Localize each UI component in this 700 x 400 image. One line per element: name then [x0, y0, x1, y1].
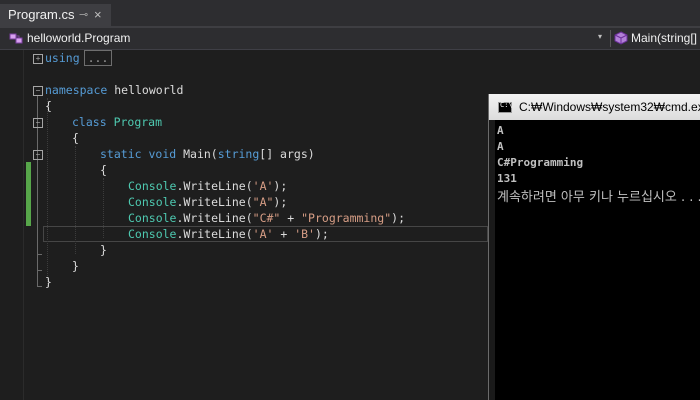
outline-end	[37, 286, 42, 287]
code-line-statement: Console.WriteLine("C#" + "Programming");	[128, 211, 405, 225]
code-line-statement: Console.WriteLine('A' + 'B');	[128, 227, 329, 241]
type-dropdown[interactable]: helloworld.Program ▾	[0, 28, 610, 49]
pin-icon[interactable]: ⊸	[79, 4, 88, 26]
console-window[interactable]: C:\ C:₩Windows₩system32₩cmd.exe A A C#Pr…	[488, 94, 700, 400]
outline-end	[37, 270, 42, 271]
class-icon	[9, 33, 23, 44]
code-line-using: using...	[45, 50, 113, 66]
terminal-icon: C:\	[498, 101, 513, 113]
console-line: A	[497, 124, 504, 137]
code-line-brace: {	[72, 131, 79, 145]
outline-end	[37, 254, 42, 255]
code-line-brace: }	[100, 243, 107, 257]
code-line-brace: }	[45, 275, 52, 289]
console-line: C#Programming	[497, 156, 584, 169]
indent-guide	[103, 178, 104, 238]
code-line-class: class Program	[72, 115, 163, 129]
code-line-main: static void Main(string[] args)	[100, 147, 315, 161]
expand-icon[interactable]: +	[33, 54, 43, 64]
collapse-icon[interactable]: −	[33, 150, 43, 160]
change-indicator	[26, 162, 31, 226]
member-dropdown[interactable]: Main(string[] args)	[613, 28, 700, 49]
console-title-bar[interactable]: C:\ C:₩Windows₩system32₩cmd.exe	[489, 94, 700, 120]
close-icon[interactable]: ×	[94, 4, 102, 26]
indent-guide	[75, 146, 76, 254]
console-title: C:₩Windows₩system32₩cmd.exe	[519, 100, 700, 114]
console-line: 계속하려면 아무 키나 누르십시오 . . .	[497, 190, 700, 205]
document-tab-strip: Program.cs ⊸ ×	[0, 0, 700, 28]
gutter-divider	[23, 50, 24, 400]
tab-program-cs[interactable]: Program.cs ⊸ ×	[0, 4, 111, 27]
code-line-statement: Console.WriteLine("A");	[128, 195, 288, 209]
code-line-statement: Console.WriteLine('A');	[128, 179, 288, 193]
chevron-down-icon[interactable]: ▾	[598, 32, 602, 41]
collapsed-region[interactable]: ...	[83, 50, 113, 66]
collapse-icon[interactable]: −	[33, 86, 43, 96]
console-line: 131	[497, 172, 517, 185]
navigation-bar: helloworld.Program ▾ Main(string[] args)	[0, 28, 700, 50]
collapse-icon[interactable]: −	[33, 118, 43, 128]
type-dropdown-label: helloworld.Program	[27, 31, 131, 45]
code-line-brace: }	[72, 259, 79, 273]
code-line-namespace: namespace helloworld	[45, 83, 184, 97]
navbar-divider	[610, 30, 611, 47]
tab-title: Program.cs	[8, 7, 75, 22]
method-icon	[614, 31, 628, 45]
console-line: A	[497, 140, 504, 153]
member-dropdown-label: Main(string[] args)	[631, 31, 700, 45]
console-output[interactable]: A A C#Programming 131 계속하려면 아무 키나 누르십시오 …	[495, 120, 700, 400]
code-line-brace: {	[45, 99, 52, 113]
code-line-brace: {	[100, 163, 107, 177]
indent-guide	[47, 98, 48, 286]
